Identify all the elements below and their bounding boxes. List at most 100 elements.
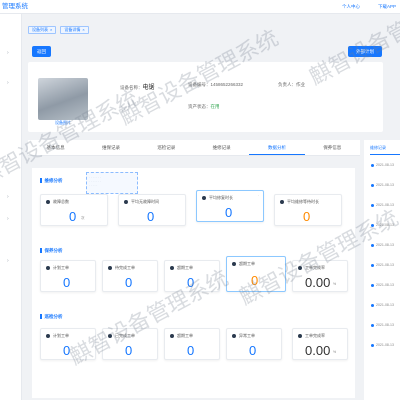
stat-value: 0 [251,273,259,288]
timeline-item[interactable]: 2021-08-13 [376,303,394,307]
tab-inspection-records[interactable]: 巡检记录 [139,140,194,155]
stat-icon [46,266,50,270]
stat-icon [280,200,284,204]
timeline-item[interactable]: 2021-08-13 [376,343,394,347]
stat-value: 0 [187,343,195,358]
top-bar: 管理系统 个人中心 下载APP [0,0,400,14]
topnav-item-download[interactable]: 下载APP [378,4,396,10]
device-code-field: 设备编号：1458652266332 [188,82,244,87]
stat-value: 0 [147,209,155,224]
stat-icon [46,200,50,204]
stat-icon [108,266,112,270]
timeline-dot [371,344,374,347]
stat-unit: 次 [81,216,85,220]
stat-card[interactable]: 待完成工单 0 [102,260,158,292]
timeline-item[interactable]: 2021-08-13 [376,183,394,187]
stat-label: 工单完成率 [305,333,325,338]
stat-card[interactable]: 超期工单 0 [164,260,220,292]
sidebar-chevron-icon[interactable]: › [7,216,13,222]
stat-label: 已完成工单 [115,333,135,338]
side-panel-underline [370,154,400,155]
timeline-dot [371,284,374,287]
timeline-item[interactable]: 2021-08-13 [376,203,394,207]
stat-label: 异常工单 [239,333,255,338]
stat-card[interactable]: 工单完成率 0.00 % [292,328,348,360]
breadcrumb-item[interactable]: 设备详情 × [60,26,89,34]
records-side-panel: 维修记录 2021-08-13 2021-08-13 2021-08-13 20… [364,140,400,400]
topnav-item-profile[interactable]: 个人中心 [342,4,360,10]
owner-value: 作业 [296,82,305,87]
close-icon[interactable]: × [50,27,52,33]
stat-label: 平均修复时长 [209,195,233,200]
tab-maintenance-records[interactable]: 维保记录 [83,140,138,155]
timeline-item[interactable]: 2021-08-13 [376,263,394,267]
more-icon[interactable]: ∙ [258,193,259,198]
timeline-dot [371,324,374,327]
stat-card[interactable]: 平均修复时长 0 ∙ [196,190,264,222]
stat-icon [232,262,236,266]
timeline-item[interactable]: 2021-08-13 [376,163,394,167]
device-code: 1458652266332 [210,82,244,87]
tab-upkeep-info[interactable]: 保养信息 [305,140,360,155]
tab-repair-records[interactable]: 维修记录 [194,140,249,155]
stat-icon [108,334,112,338]
device-image [38,78,88,120]
stat-icon [298,266,302,270]
device-name-field: 设备名称：电锯 [120,85,155,91]
stat-value: 0 [63,343,71,358]
stat-value: 0 [125,343,133,358]
timeline-item[interactable]: 2021-08-13 [376,223,394,227]
external-plan-button[interactable]: 外部计划 [348,46,382,57]
stat-value: 0 [187,275,195,290]
sidebar-chevron-icon[interactable]: › [7,194,13,200]
sidebar-chevron-icon[interactable]: › [7,258,13,264]
stat-value: 0 [249,343,257,358]
asset-status-field: 资产状态：在用 [188,104,220,109]
detail-tabs: 基本信息 维保记录 巡检记录 维修记录 数据分析 保养信息 [28,140,360,156]
close-icon[interactable]: × [82,27,84,33]
stat-label: 超期工单 [239,261,255,266]
back-button[interactable]: 返回 [32,46,51,57]
tab-data-analysis[interactable]: 数据分析 [249,140,305,155]
stat-value: 0 [125,275,133,290]
breadcrumb: 设备列表 × 设备详情 × [28,26,89,34]
stat-card[interactable]: 平均无故障时间 0 [118,194,186,226]
timeline-item[interactable]: 2021-08-13 [376,283,394,287]
timeline-dot [371,264,374,267]
sidebar-chevron-icon[interactable]: › [7,154,13,160]
stat-card[interactable]: 异常工单 0 [226,328,282,360]
stat-card[interactable]: 已完成工单 0 [102,328,158,360]
stat-icon [46,334,50,338]
stat-card[interactable]: 超期工单 0 [164,328,220,360]
stat-unit: % [333,350,337,354]
stat-label: 平均维修等待时长 [287,199,319,204]
sidebar: › › › › › › [0,14,22,400]
timeline-item[interactable]: 2021-08-13 [376,323,394,327]
stat-label: 超期工单 [177,265,193,270]
stat-label: 计划工单 [53,333,69,338]
stat-label: 工单完成率 [305,265,325,270]
stat-card[interactable]: 工单完成率 0.00 % [292,260,348,292]
sidebar-chevron-icon[interactable]: › [7,50,13,56]
stat-label: 超期工单 [177,333,193,338]
stat-label: 待完成工单 [115,265,135,270]
stat-unit: % [333,282,337,286]
stat-value: 0 [225,205,233,220]
breadcrumb-item[interactable]: 设备列表 × [28,26,57,34]
app-brand: 管理系统 [2,3,28,10]
stat-card[interactable]: 计划工单 0 [40,328,96,360]
timeline-item[interactable]: 2021-08-13 [376,243,394,247]
stat-icon [170,266,174,270]
sidebar-chevron-icon[interactable]: › [7,80,13,86]
stat-card[interactable]: 平均维修等待时长 0 [274,194,342,226]
stat-card[interactable]: 故障总数 0 次 [40,194,108,226]
stat-card[interactable]: 超期工单 0 [226,256,286,292]
stat-icon [202,196,206,200]
device-image-caption[interactable]: 设备图片 [38,120,88,126]
stat-value: 0.00 [305,275,331,290]
stat-card[interactable]: 计划工单 0 [40,260,96,292]
tab-basic-info[interactable]: 基本信息 [28,140,83,155]
timeline-dot [371,224,374,227]
section-title: 保养分析 [40,248,63,254]
side-panel-tab[interactable]: 维修记录 [370,145,386,151]
